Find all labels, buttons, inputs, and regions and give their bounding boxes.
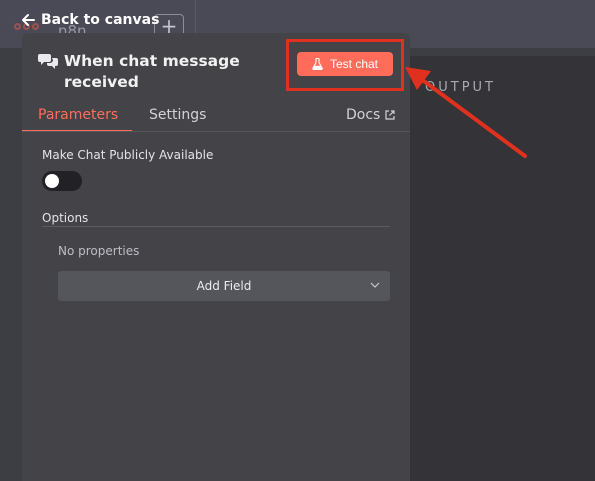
- tab-parameters[interactable]: Parameters: [38, 107, 118, 123]
- chevron-down-icon: [370, 282, 380, 288]
- tab-settings[interactable]: Settings: [149, 107, 206, 123]
- add-field-dropdown[interactable]: Add Field: [58, 271, 390, 301]
- back-to-canvas-label: Back to canvas: [41, 12, 160, 28]
- options-divider: [42, 226, 390, 227]
- public-chat-label: Make Chat Publicly Available: [42, 148, 214, 162]
- node-settings-panel: When chat message received Test chat Par…: [22, 33, 410, 481]
- panel-tabs: Parameters Settings Docs: [22, 101, 410, 132]
- highlight-annotation-box: [286, 39, 404, 91]
- add-field-label: Add Field: [196, 279, 252, 293]
- toggle-knob: [45, 174, 59, 188]
- public-chat-toggle[interactable]: [42, 171, 82, 191]
- tabs-divider: [22, 131, 410, 132]
- arrow-left-icon: [22, 14, 35, 26]
- no-properties-text: No properties: [58, 244, 140, 258]
- tab-docs[interactable]: Docs: [346, 107, 395, 123]
- annotation-arrow-icon: [405, 67, 527, 158]
- options-heading: Options: [42, 211, 89, 225]
- external-link-icon: [385, 110, 395, 120]
- chat-bubbles-icon: [38, 54, 58, 69]
- back-to-canvas-link[interactable]: Back to canvas: [21, 12, 159, 28]
- node-title: When chat message received: [64, 52, 240, 91]
- tab-docs-label: Docs: [346, 107, 381, 123]
